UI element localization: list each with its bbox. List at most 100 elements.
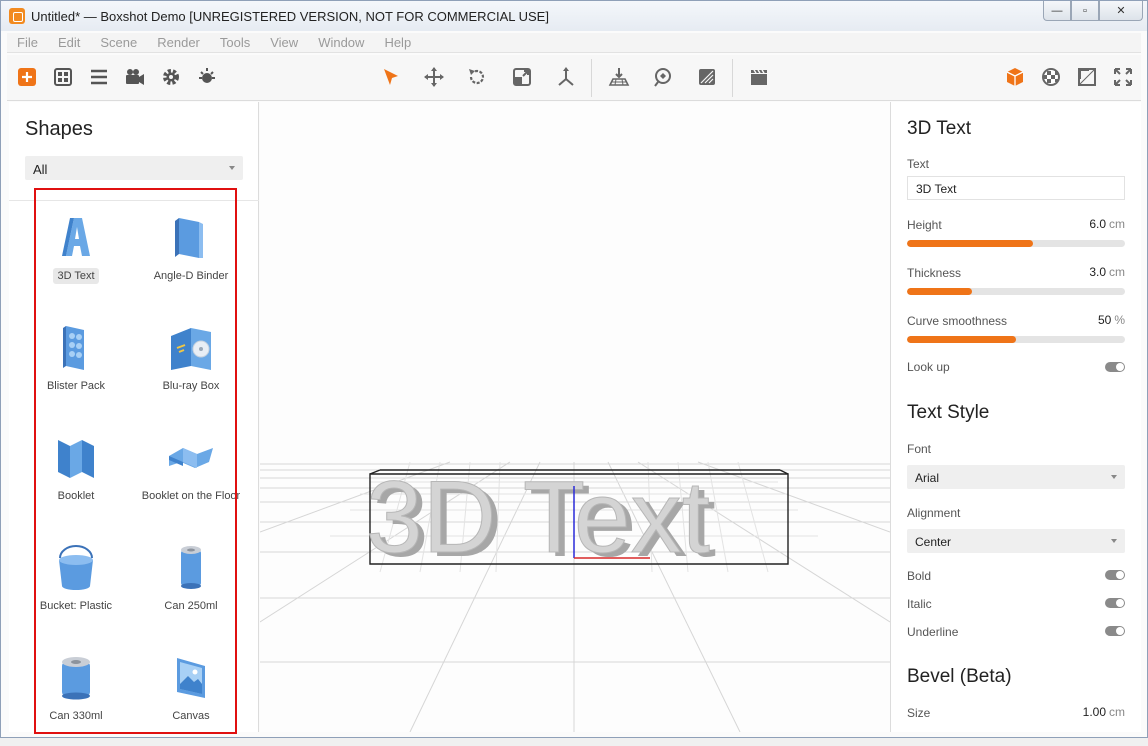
cube-icon[interactable]	[1003, 65, 1027, 89]
shape-filter-dropdown[interactable]: All	[25, 156, 243, 180]
underline-toggle[interactable]	[1105, 626, 1125, 636]
curve-smoothness-value[interactable]: 50%	[1098, 313, 1125, 327]
italic-toggle[interactable]	[1105, 598, 1125, 608]
section-title-bevel: Bevel (Beta)	[907, 666, 1012, 687]
bucket-icon	[59, 545, 93, 590]
panel-divider	[9, 200, 259, 201]
shape-item-booklet[interactable]: Booklet	[20, 426, 132, 526]
move-icon[interactable]	[422, 65, 446, 89]
height-value[interactable]: 6.0 cm	[1089, 217, 1125, 231]
thickness-label: Thickness	[907, 266, 962, 280]
bevel-size-unit: cm	[1109, 705, 1125, 719]
underline-label: Underline	[907, 625, 959, 639]
properties-panel: 3D Text Text 3D Text Height 6.0 cm Thickn…	[890, 102, 1141, 732]
text-input[interactable]: 3D Text	[907, 176, 1125, 200]
shape-item-angle-d-binder[interactable]: Angle-D Binder	[135, 206, 247, 306]
frame-icon[interactable]	[1075, 65, 1099, 89]
floor-icon[interactable]	[607, 65, 631, 89]
chevron-down-icon	[1111, 475, 1117, 479]
toolbar	[7, 55, 1141, 101]
3d-viewport[interactable]: 3D Text 3D Text	[260, 102, 890, 732]
shape-item-label: Bucket: Plastic	[39, 600, 113, 612]
bevel-size-value[interactable]: 1.00 cm	[1083, 705, 1125, 719]
grid-icon[interactable]	[51, 65, 75, 89]
booklet-floor-icon	[169, 448, 213, 468]
window-title: Untitled* — Boxshot Demo [UNREGISTERED V…	[31, 8, 549, 24]
scene-3d-text: 3D Text	[366, 460, 710, 574]
curve-number: 50	[1097, 313, 1112, 327]
shape-item-can-330ml[interactable]: Can 330ml	[20, 646, 132, 746]
camera-icon[interactable]	[123, 65, 147, 89]
menu-help[interactable]: Help	[374, 35, 421, 50]
app-window: Untitled* — Boxshot Demo [UNREGISTERED V…	[0, 0, 1148, 738]
font-dropdown[interactable]: Arial	[907, 465, 1125, 489]
height-label: Height	[907, 218, 942, 232]
section-title-3d-text: 3D Text	[907, 118, 972, 139]
select-arrow-icon[interactable]	[379, 65, 403, 89]
list-icon[interactable]	[87, 65, 111, 89]
shape-item-booklet-on-the-floor[interactable]: Booklet on the Floor	[135, 426, 247, 526]
shape-item-blister-pack[interactable]: Blister Pack	[20, 316, 132, 416]
binder-icon	[175, 218, 203, 258]
height-slider-fill	[907, 240, 1034, 247]
bold-toggle[interactable]	[1105, 570, 1125, 580]
fullscreen-icon[interactable]	[1111, 65, 1135, 89]
shape-item-label: Can 330ml	[49, 710, 103, 722]
gear-icon[interactable]	[159, 65, 183, 89]
add-icon[interactable]	[15, 65, 39, 89]
shape-item-canvas[interactable]: Canvas	[135, 646, 247, 746]
light-icon[interactable]	[195, 65, 219, 89]
font-label: Font	[907, 442, 932, 456]
menu-file[interactable]: File	[7, 35, 48, 50]
menu-edit[interactable]: Edit	[48, 35, 90, 50]
booklet-icon	[58, 440, 94, 478]
curve-smoothness-slider[interactable]	[907, 336, 1125, 343]
axis-icon[interactable]	[554, 65, 578, 89]
texture-icon[interactable]	[1039, 65, 1063, 89]
height-slider[interactable]	[907, 240, 1125, 247]
bevel-size-number: 1.00	[1082, 705, 1106, 719]
maximize-button[interactable]: ▫	[1071, 1, 1099, 21]
thickness-value[interactable]: 3.0 cm	[1089, 265, 1125, 279]
clapper-icon[interactable]	[747, 65, 771, 89]
chevron-down-icon	[1111, 539, 1117, 543]
material-icon[interactable]	[695, 65, 719, 89]
curve-smoothness-label: Curve smoothness	[907, 314, 1008, 328]
shape-item-can-250ml[interactable]: Can 250ml	[135, 536, 247, 636]
thickness-number: 3.0	[1089, 265, 1106, 279]
toolbar-separator	[591, 59, 592, 97]
look-up-toggle[interactable]	[1105, 362, 1125, 372]
italic-label: Italic	[907, 597, 932, 611]
shape-item-label: Blister Pack	[46, 380, 106, 392]
title-bar: Untitled* — Boxshot Demo [UNREGISTERED V…	[1, 1, 1147, 31]
shape-filter-value: All	[33, 162, 48, 177]
menu-window[interactable]: Window	[308, 35, 374, 50]
can-icon	[62, 657, 90, 700]
menu-render[interactable]: Render	[147, 35, 210, 50]
menu-scene[interactable]: Scene	[90, 35, 147, 50]
shape-item-bucket-plastic[interactable]: Bucket: Plastic	[20, 536, 132, 636]
canvas-icon	[177, 658, 205, 698]
blister-icon	[63, 326, 84, 370]
shape-item-label: Booklet	[57, 490, 95, 502]
menu-tools[interactable]: Tools	[210, 35, 260, 50]
thickness-slider-fill	[907, 288, 973, 295]
shape-item-3d-text[interactable]: 3D Text	[20, 206, 132, 306]
alignment-label: Alignment	[907, 506, 961, 520]
scale-icon[interactable]	[510, 65, 534, 89]
menu-view[interactable]: View	[260, 35, 308, 50]
text-field-label: Text	[907, 157, 930, 171]
thickness-slider[interactable]	[907, 288, 1125, 295]
shape-item-label: Angle-D Binder	[153, 270, 229, 282]
can-icon	[181, 546, 201, 589]
bluray-icon	[171, 328, 211, 370]
shape-item-label: Booklet on the Floor	[141, 490, 241, 502]
minimize-button[interactable]: —	[1043, 1, 1071, 21]
scene-canvas: 3D Text 3D Text	[260, 460, 890, 732]
close-button[interactable]: ✕	[1099, 1, 1143, 21]
alignment-dropdown[interactable]: Center	[907, 529, 1125, 553]
rotate-icon[interactable]	[465, 65, 489, 89]
section-title-text-style: Text Style	[907, 402, 990, 423]
shape-item-blu-ray-box[interactable]: Blu-ray Box	[135, 316, 247, 416]
view-icon[interactable]	[651, 65, 675, 89]
